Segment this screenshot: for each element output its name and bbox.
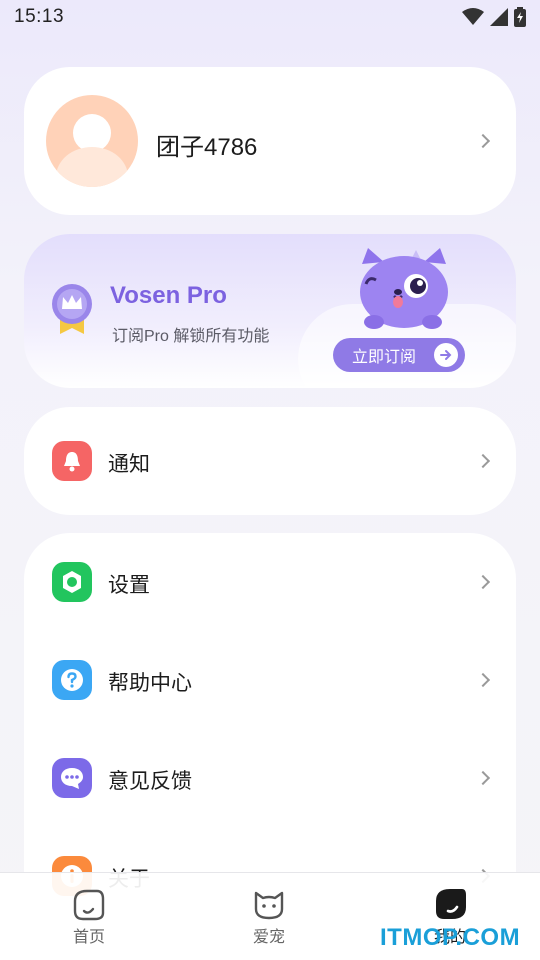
status-icons bbox=[462, 7, 526, 27]
chevron-right-icon bbox=[475, 574, 491, 590]
nav-item-home[interactable]: 首页 bbox=[49, 887, 129, 947]
profile-icon bbox=[436, 889, 466, 919]
pet-icon bbox=[254, 891, 284, 920]
settings-card: 设置 帮助中心 意见反馈 bbox=[24, 533, 516, 925]
chevron-right-icon bbox=[475, 133, 491, 149]
wifi-icon bbox=[462, 8, 484, 25]
watermark: ITMOP.COM bbox=[380, 924, 521, 951]
pro-title: Vosen Pro bbox=[110, 282, 227, 309]
signal-icon bbox=[490, 8, 508, 26]
nav-item-pet[interactable]: 爱宠 bbox=[229, 887, 309, 947]
pro-subtitle: 订阅Pro 解锁所有功能 bbox=[112, 328, 270, 345]
subscribe-button-label: 立即订阅 bbox=[352, 349, 417, 366]
chevron-right-icon bbox=[475, 770, 491, 786]
notification-card: 通知 bbox=[24, 407, 516, 515]
subscribe-button[interactable]: 立即订阅 bbox=[333, 338, 465, 372]
crown-medal-icon bbox=[52, 284, 92, 334]
profile-name: 团子4786 bbox=[156, 134, 258, 161]
nav-label: 首页 bbox=[72, 929, 105, 946]
menu-item-notifications[interactable]: 通知 bbox=[24, 431, 516, 491]
battery-icon bbox=[514, 7, 526, 27]
feedback-icon bbox=[52, 758, 92, 798]
menu-item-label: 设置 bbox=[108, 574, 150, 597]
chevron-right-icon bbox=[475, 453, 491, 469]
home-icon bbox=[73, 889, 105, 921]
menu-item-label: 意见反馈 bbox=[108, 770, 192, 793]
menu-item-label: 帮助中心 bbox=[108, 672, 192, 695]
settings-icon bbox=[52, 562, 92, 602]
avatar bbox=[46, 95, 138, 187]
profile-card[interactable]: 团子4786 bbox=[24, 67, 516, 215]
menu-item-label: 通知 bbox=[108, 453, 150, 476]
help-icon bbox=[52, 660, 92, 700]
nav-label: 爱宠 bbox=[252, 929, 285, 946]
pro-banner[interactable]: Vosen Pro 订阅Pro 解锁所有功能 立即订阅 bbox=[24, 234, 516, 388]
status-bar: 15:13 bbox=[0, 0, 540, 34]
chevron-right-icon bbox=[475, 672, 491, 688]
menu-item-settings[interactable]: 设置 bbox=[24, 552, 516, 612]
status-time: 15:13 bbox=[14, 6, 65, 27]
menu-item-help-center[interactable]: 帮助中心 bbox=[24, 650, 516, 710]
bell-icon bbox=[52, 441, 92, 481]
cat-mascot-icon bbox=[360, 248, 448, 329]
arrow-right-icon bbox=[434, 343, 458, 367]
menu-item-feedback[interactable]: 意见反馈 bbox=[24, 748, 516, 808]
